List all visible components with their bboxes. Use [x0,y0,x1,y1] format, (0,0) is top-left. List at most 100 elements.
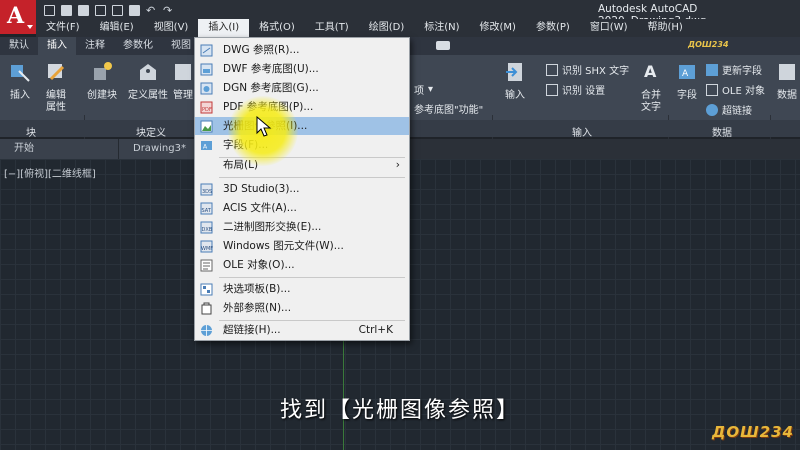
tab-start[interactable]: 开始 [0,139,118,159]
pdf-icon: PDF [200,101,213,114]
field-button[interactable]: A 字段 [674,61,700,102]
menu-item-binary-dxf[interactable]: DXB 二进制图形交换(E)... [195,218,409,236]
edit-attribute-icon [48,64,65,81]
create-block-button[interactable]: 创建块 [84,61,120,102]
edit-attribute-button[interactable]: 编辑 属性 [40,61,72,114]
recognize-settings-button[interactable]: 识别 设置 [546,82,605,97]
menu-edit[interactable]: 编辑(E) [90,19,144,37]
menu-item-acis-file[interactable]: SAT ACIS 文件(A)... [195,199,409,217]
insert-block-button[interactable]: 插入 [6,61,34,102]
panel-title-block-definition[interactable]: 块定义 [136,124,166,139]
print-icon[interactable] [129,4,140,16]
menu-item-hyperlink[interactable]: 超链接(H)... Ctrl+K [195,321,409,339]
menu-parametric[interactable]: 参数(P) [526,19,580,37]
define-attribute-button[interactable]: 定义属性 [126,61,170,102]
menu-item-windows-metafile[interactable]: WMF Windows 图元文件(W)... [195,237,409,255]
xref-icon [201,302,212,315]
recognize-shx-button[interactable]: 识别 SHX 文字 [546,62,629,77]
recognize-settings-icon [546,83,558,96]
menu-tools[interactable]: 工具(T) [305,19,359,37]
3ds-icon: 3DS [200,183,213,196]
menu-item-label: ACIS 文件(A)... [223,202,297,214]
create-block-icon [94,62,112,80]
menu-item-label: 超链接(H)... [223,324,281,336]
acis-icon: SAT [200,202,213,215]
menu-insert[interactable]: 插入(I) [198,19,250,37]
ole-object-button[interactable]: OLE 对象 [706,82,765,97]
item-partial-label: 项 [414,86,424,97]
panel-title-data[interactable]: 数据 [712,124,732,139]
tab-insert[interactable]: 插入 [38,37,76,55]
menu-view[interactable]: 视图(V) [144,19,199,37]
field-label: 字段 [677,90,697,101]
watermark-logo: ДОШ234 [712,423,794,441]
menu-item-label: PDF 参考底图(P)... [223,101,314,113]
save-as-icon[interactable] [95,4,106,16]
update-field-button[interactable]: 更新字段 [706,62,762,77]
data-link-button[interactable]: 数据 [774,61,800,102]
svg-text:WMF: WMF [201,246,213,252]
menu-item-ole-object[interactable]: OLE 对象(O)... [195,256,409,274]
new-file-icon[interactable] [44,4,55,16]
menu-item-label: 字段(F)... [223,139,269,151]
hyperlink-button[interactable]: 超链接 [706,102,752,117]
recognize-shx-label: 识别 SHX 文字 [562,66,630,77]
hyperlink-label: 超链接 [722,106,752,117]
update-field-icon [706,63,718,76]
combine-text-label-2: 文字 [641,102,661,113]
menu-item-3d-studio[interactable]: 3DS 3D Studio(3)... [195,180,409,198]
menu-help[interactable]: 帮助(H) [638,19,693,37]
ole-icon [706,83,718,96]
import-label: 输入 [505,90,525,101]
menu-item-dwg-reference[interactable]: DWG 参照(R)... [195,41,409,59]
define-attribute-label: 定义属性 [128,90,168,101]
ribbon-toggle-icon[interactable] [436,41,450,50]
menu-item-block-palette[interactable]: 块选项板(B)... [195,280,409,298]
shortcut-label: Ctrl+K [358,324,393,336]
menu-item-pdf-underlay[interactable]: PDF PDF 参考底图(P)... [195,98,409,116]
redo-icon[interactable]: ↷ [163,5,174,16]
menu-draw[interactable]: 绘图(D) [359,19,415,37]
field-icon: A [201,141,212,151]
submenu-arrow-icon: › [395,159,400,171]
menu-dimension[interactable]: 标注(N) [414,19,469,37]
hyperlink-icon [201,325,212,336]
tab-default[interactable]: 默认 [0,37,38,55]
menu-window[interactable]: 窗口(W) [580,19,638,37]
viewport-controls[interactable]: [−][俯视][二维线框] [4,165,96,180]
menu-item-dgn-underlay[interactable]: DGN 参考底图(G)... [195,79,409,97]
menu-file[interactable]: 文件(F) [36,19,90,37]
menu-item-raster-image-reference[interactable]: 光栅图像参照(I)... [195,117,409,135]
menu-modify[interactable]: 修改(M) [470,19,526,37]
underlay-feature-partial[interactable]: 参考底图"功能" [414,101,483,116]
menu-item-dwf-underlay[interactable]: DWF 参考底图(U)... [195,60,409,78]
panel-title-import[interactable]: 输入 [572,124,592,139]
menu-format[interactable]: 格式(O) [249,19,305,37]
manage-button[interactable]: 管理 [172,61,194,102]
quick-access-toolbar: ↶ ↷ [44,3,174,17]
svg-text:3DS: 3DS [202,189,212,195]
title-bar: ↶ ↷ Autodesk AutoCAD 2020Drawing3.dwg [0,0,800,27]
web-mobile-icon[interactable] [112,4,123,16]
tab-annotate[interactable]: 注释 [76,37,114,55]
save-icon[interactable] [78,4,89,16]
import-button[interactable]: 输入 [502,61,528,102]
wmf-icon: WMF [200,240,213,253]
undo-icon[interactable]: ↶ [146,5,157,16]
raster-image-icon [200,120,213,133]
menu-item-external-reference[interactable]: 外部参照(N)... [195,299,409,317]
field-icon: A [679,65,695,79]
tab-parametric[interactable]: 参数化 [114,37,162,55]
panel-title-block[interactable]: 块 [26,124,36,139]
menu-item-field[interactable]: A 字段(F)... [195,136,409,154]
application-menu-button[interactable]: A [0,0,36,34]
menu-item-layout[interactable]: 布局(L) › [195,156,409,174]
open-file-icon[interactable] [61,4,72,16]
dxb-icon: DXB [200,221,213,234]
edit-attribute-label-2: 属性 [46,102,66,113]
svg-text:DXB: DXB [202,227,213,233]
menu-item-label: Windows 图元文件(W)... [223,240,344,252]
combine-text-button[interactable]: A 合并 文字 [638,61,664,114]
menu-item-label: 块选项板(B)... [223,283,291,295]
manage-icon [175,64,191,80]
